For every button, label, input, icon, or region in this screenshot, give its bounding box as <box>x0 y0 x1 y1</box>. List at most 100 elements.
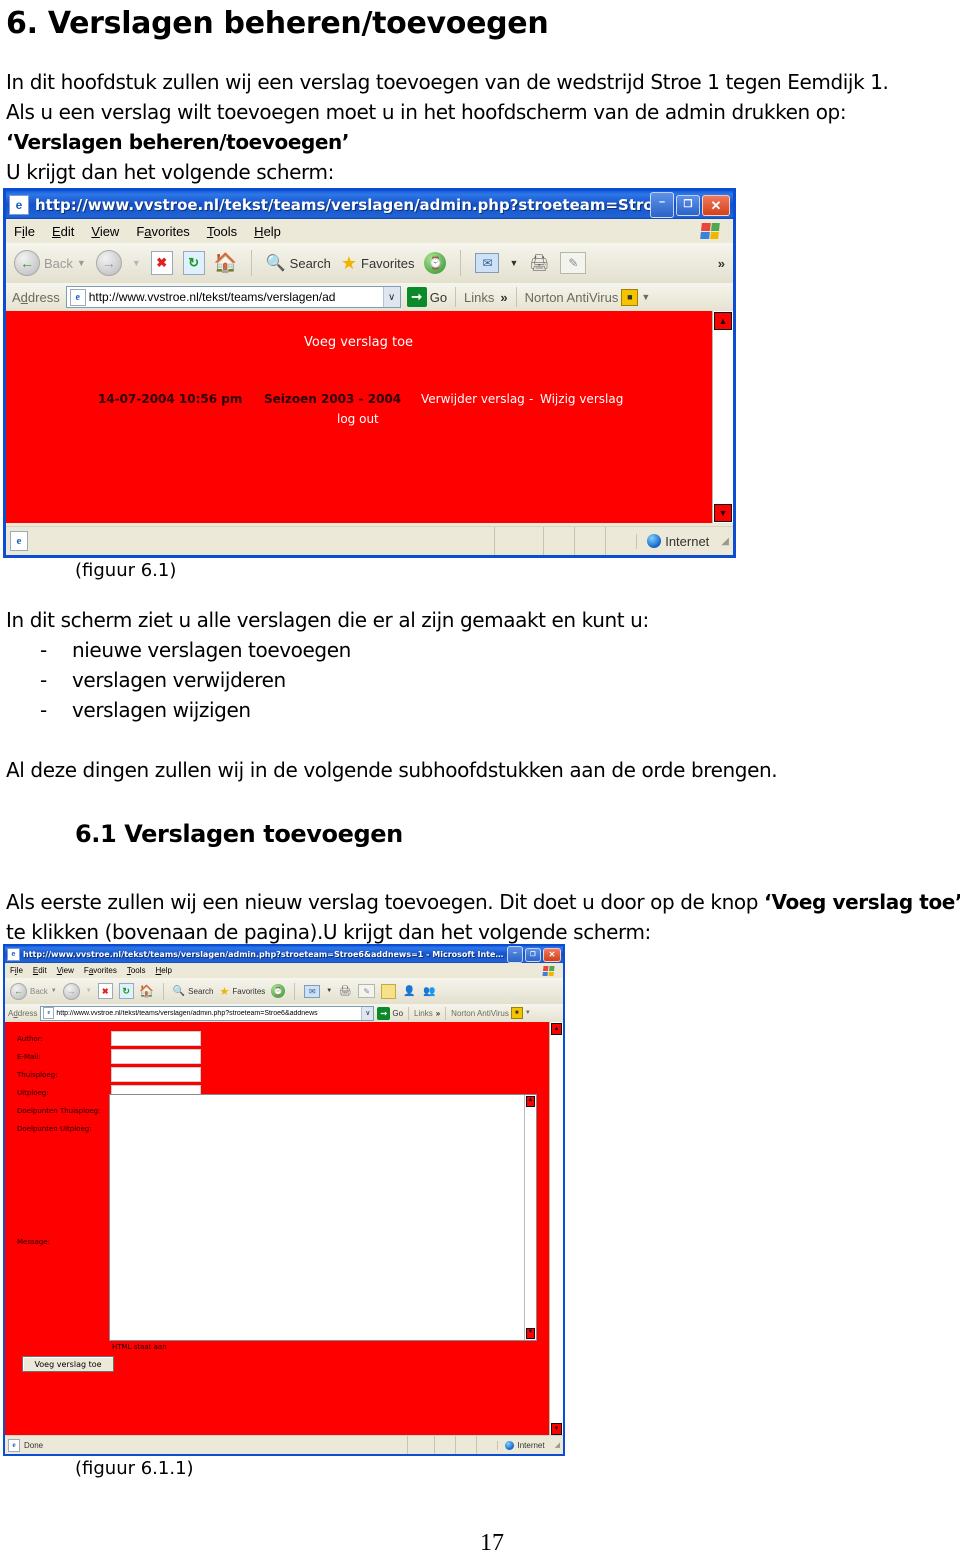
textarea-scroll-up-button[interactable]: ▲ <box>526 1096 535 1107</box>
search-button[interactable]: 🔍 Search <box>173 986 214 997</box>
menu-file[interactable]: File <box>14 224 35 239</box>
textarea-scroll-down-button[interactable]: ▼ <box>526 1328 535 1339</box>
norton-antivirus-item[interactable]: Norton AntiVirus ■ ▼ <box>525 288 650 306</box>
menu-help[interactable]: Help <box>156 966 172 975</box>
window1-addressbar[interactable]: Address e http://www.vvstroe.nl/tekst/te… <box>6 283 733 312</box>
back-dropdown-icon[interactable]: ▼ <box>77 258 86 268</box>
menu-help[interactable]: Help <box>254 224 281 239</box>
wijzig-verslag-link[interactable]: Wijzig verslag <box>540 392 623 406</box>
history-icon[interactable]: ⌚ <box>424 252 447 274</box>
menu-favorites[interactable]: Favorites <box>84 966 117 975</box>
notes-icon[interactable] <box>381 983 397 999</box>
window2-addressbar[interactable]: Address e http://www.vvstroe.nl/tekst/te… <box>5 1004 563 1023</box>
log-out-link[interactable]: log out <box>337 412 379 426</box>
mail-dropdown-icon[interactable]: ▼ <box>326 988 332 994</box>
window1-titlebar[interactable]: e http://www.vvstroe.nl/tekst/teams/vers… <box>6 191 733 219</box>
address-dropdown-icon[interactable]: ∨ <box>382 287 400 307</box>
home-icon[interactable]: 🏠 <box>214 252 238 274</box>
back-button[interactable]: ← Back ▼ <box>10 982 57 1000</box>
menu-tools[interactable]: Tools <box>127 966 146 975</box>
favorites-button[interactable]: ★ Favorites <box>220 985 266 998</box>
forward-dropdown-icon: ▼ <box>131 258 141 268</box>
links-overflow-icon[interactable]: » <box>500 290 507 305</box>
resize-grip-icon[interactable]: ◢ <box>721 536 729 547</box>
resize-grip-icon[interactable]: ◢ <box>555 1441 560 1449</box>
window1-vertical-scrollbar[interactable]: ▲ ▼ <box>712 311 733 523</box>
scroll-up-button[interactable]: ▲ <box>714 312 732 330</box>
stop-icon[interactable]: ✖ <box>150 251 173 275</box>
messenger-icon[interactable]: 👤 <box>402 985 416 998</box>
window1-title: http://www.vvstroe.nl/tekst/teams/versla… <box>35 196 650 214</box>
address-label: Address <box>12 289 60 305</box>
window2-controls[interactable]: – ❐ ✕ <box>507 946 561 963</box>
maximize-button[interactable]: ❐ <box>525 947 541 962</box>
edit-icon[interactable]: ✎ <box>560 252 587 274</box>
back-button[interactable]: ← Back ▼ <box>14 250 86 276</box>
scroll-down-button[interactable]: ▼ <box>551 1423 562 1435</box>
window2-menubar[interactable]: File Edit View Favorites Tools Help <box>5 963 563 979</box>
menu-edit[interactable]: Edit <box>52 224 74 239</box>
address-dropdown-icon[interactable]: ∨ <box>361 1006 374 1020</box>
window2-titlebar[interactable]: e http://www.vvstroe.nl/tekst/teams/vers… <box>5 946 563 963</box>
edit-icon[interactable]: ✎ <box>358 984 376 998</box>
status-ie-icon: e <box>10 531 28 551</box>
input-email[interactable] <box>111 1049 201 1064</box>
input-message[interactable]: ▲ ▼ <box>109 1094 537 1341</box>
page-number: 17 <box>480 1530 504 1556</box>
search-button[interactable]: 🔍 Search <box>266 253 331 273</box>
mail-icon[interactable]: ✉ <box>304 984 321 998</box>
refresh-icon[interactable]: ↻ <box>118 983 134 999</box>
back-dropdown-icon[interactable]: ▼ <box>51 988 57 994</box>
input-author[interactable] <box>111 1031 201 1046</box>
window1-controls[interactable]: – ❐ ✕ <box>650 192 730 218</box>
links-label[interactable]: Links <box>464 290 494 305</box>
minimize-button[interactable]: – <box>650 192 674 218</box>
window1-toolbar[interactable]: ← Back ▼ → ▼ ✖ ↻ 🏠 🔍 Search ★ Favorites <box>6 243 733 284</box>
norton-dropdown-icon[interactable]: ▼ <box>525 1010 531 1016</box>
submit-button[interactable]: Voeg verslag toe <box>22 1356 114 1372</box>
window1-menubar[interactable]: File Edit View Favorites Tools Help <box>6 219 733 244</box>
links-label[interactable]: Links <box>414 1009 433 1018</box>
favorites-button[interactable]: ★ Favorites <box>341 253 415 274</box>
print-icon[interactable]: 🖨 <box>338 985 352 998</box>
print-icon[interactable]: 🖨 <box>528 253 550 273</box>
toolbar-divider-2 <box>460 250 462 276</box>
home-icon[interactable]: 🏠 <box>139 984 154 998</box>
voeg-verslag-toe-link[interactable]: Voeg verslag toe <box>304 335 413 350</box>
menu-tools[interactable]: Tools <box>207 224 237 239</box>
menu-view[interactable]: View <box>91 224 119 239</box>
verwijder-verslag-link[interactable]: Verwijder verslag <box>421 392 525 406</box>
window2-vertical-scrollbar[interactable]: ▲ ▼ <box>549 1022 563 1436</box>
minimize-button[interactable]: – <box>507 946 523 963</box>
toolbar-overflow-icon[interactable]: » <box>718 256 725 271</box>
norton-dropdown-icon[interactable]: ▼ <box>641 292 650 302</box>
links-overflow-icon[interactable]: » <box>436 1009 440 1018</box>
go-button[interactable]: ➞ Go <box>377 1006 403 1020</box>
scroll-up-button[interactable]: ▲ <box>551 1023 562 1035</box>
scroll-down-button[interactable]: ▼ <box>714 504 732 522</box>
forward-arrow-icon[interactable]: → <box>62 982 80 1000</box>
close-button[interactable]: ✕ <box>543 947 561 962</box>
mail-dropdown-icon[interactable]: ▼ <box>509 258 518 268</box>
message-textarea-scrollbar[interactable]: ▲ ▼ <box>524 1095 536 1340</box>
history-icon[interactable]: ⌚ <box>271 984 286 998</box>
input-thuisploeg[interactable] <box>111 1067 201 1082</box>
window2-toolbar[interactable]: ← Back ▼ → ▼ ✖ ↻ 🏠 🔍 Search ★ Favorites <box>5 978 563 1005</box>
address-input[interactable]: e http://www.vvstroe.nl/tekst/teams/vers… <box>65 286 401 308</box>
body-line-1: Als eerste zullen wij een nieuw verslag … <box>6 890 960 914</box>
mail-icon[interactable]: ✉ <box>475 253 500 273</box>
stop-icon[interactable]: ✖ <box>97 983 113 999</box>
menu-view[interactable]: View <box>57 966 74 975</box>
address-input[interactable]: e http://www.vvstroe.nl/tekst/teams/vers… <box>40 1005 375 1021</box>
status-cell-2 <box>543 527 574 555</box>
menu-file[interactable]: File <box>10 966 23 975</box>
norton-antivirus-item[interactable]: Norton AntiVirus ■ ▼ <box>451 1007 531 1019</box>
contacts-icon[interactable]: 👥 <box>422 985 436 998</box>
menu-edit[interactable]: Edit <box>33 966 47 975</box>
go-button[interactable]: ➞ Go <box>406 287 447 307</box>
refresh-icon[interactable]: ↻ <box>182 251 205 275</box>
menu-favorites[interactable]: Favorites <box>136 224 189 239</box>
maximize-button[interactable]: ❐ <box>676 194 700 216</box>
close-button[interactable]: ✕ <box>702 194 730 216</box>
forward-arrow-icon[interactable]: → <box>95 250 122 276</box>
